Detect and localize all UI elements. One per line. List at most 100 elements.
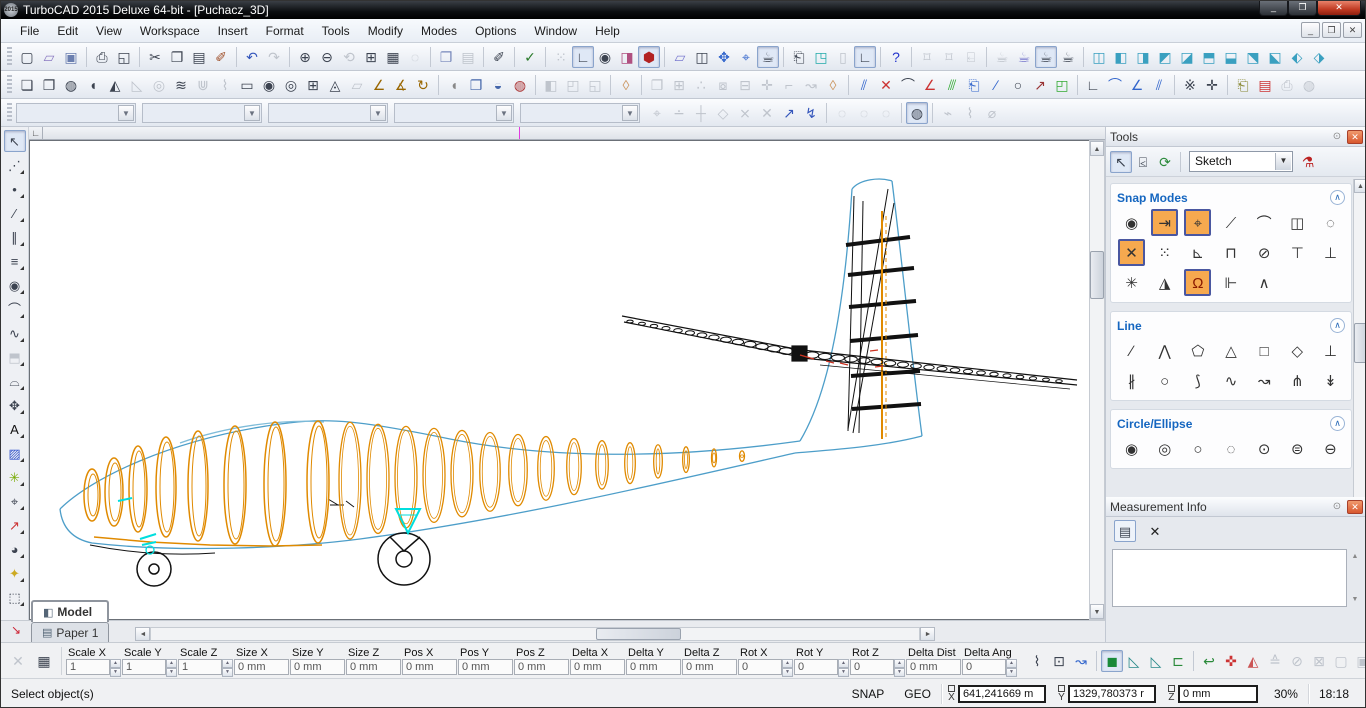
canvas-hscrollbar[interactable]: ◄ ► <box>135 626 935 642</box>
mdi-restore-button[interactable]: ❐ <box>1322 22 1341 38</box>
view-bottom-icon[interactable]: ⬓ <box>1220 46 1242 68</box>
snap-xyz-icon[interactable]: ✜ <box>1220 650 1242 672</box>
intersection-snap-icon[interactable]: ✕ <box>1118 239 1145 266</box>
size-z-value[interactable]: 0 mm <box>346 659 401 675</box>
property-combo-2[interactable]: ▼ <box>142 103 262 123</box>
rot-y-spinner[interactable]: ▲▼ <box>838 659 849 675</box>
vscroll-thumb[interactable] <box>1090 251 1104 299</box>
plane-tool-icon[interactable]: ▱ <box>346 74 368 96</box>
offset-icon[interactable]: ⌐ <box>778 74 800 96</box>
cube3-gray-icon[interactable]: ▣ <box>1352 650 1366 672</box>
spell-check-icon[interactable]: ✓ <box>519 46 541 68</box>
cube-vertex-snap-icon[interactable]: ◫ <box>1284 209 1311 236</box>
ellipse-icon[interactable]: ⊜ <box>1284 435 1311 462</box>
bezier-curve-icon[interactable]: ∿ <box>1217 367 1244 394</box>
scroll-down-icon[interactable]: ▼ <box>1090 604 1104 619</box>
measurement-scrollbar[interactable]: ▲ ▼ <box>1348 549 1362 607</box>
copy-entity-icon[interactable]: ❐ <box>646 74 668 96</box>
scale-x-value[interactable]: 1 <box>66 659 110 675</box>
grid-snap-icon[interactable]: ⁙ <box>1151 239 1178 266</box>
column-icon[interactable]: ▯ <box>832 46 854 68</box>
view-right-icon[interactable]: ◪ <box>1176 46 1198 68</box>
render-quality-icon[interactable]: ☕ <box>1035 46 1057 68</box>
magnetic-snap-icon[interactable]: Ω <box>1184 269 1211 296</box>
view-nw-icon[interactable]: ⬕ <box>1264 46 1286 68</box>
edit-node-icon[interactable]: ⋰ <box>4 154 26 176</box>
orbit-cube-icon[interactable]: ◫ <box>691 46 713 68</box>
palette-scroll-thumb[interactable] <box>1354 323 1366 363</box>
divide-snap-icon[interactable]: ↯ <box>800 102 822 124</box>
facet-edit-icon[interactable]: ◧ <box>540 74 562 96</box>
rail-sweep-tool-icon[interactable]: ⌇ <box>214 74 236 96</box>
double-line-tool-icon[interactable]: ∥ <box>4 226 26 248</box>
snap-modes-icon[interactable]: ✳ <box>4 466 26 488</box>
sheet-note-icon[interactable]: ⎗ <box>788 46 810 68</box>
geo-toggle[interactable]: GEO <box>894 687 941 701</box>
select-back-icon[interactable]: ↩ <box>1198 650 1220 672</box>
menu-modes[interactable]: Modes <box>412 21 466 41</box>
menu-edit[interactable]: Edit <box>48 21 87 41</box>
y-coordinate-field[interactable]: 1329,780373 r <box>1068 685 1156 703</box>
circle-tool-icon[interactable]: ○ <box>1007 74 1029 96</box>
ruler-origin-icon[interactable]: ∟ <box>29 127 43 139</box>
delta-ang-value[interactable]: 0 <box>962 659 1006 675</box>
sphere-gray-icon[interactable]: ◍ <box>1298 74 1320 96</box>
walk-through-icon[interactable]: ✥ <box>713 46 735 68</box>
mdi-close-button[interactable]: ✕ <box>1343 22 1362 38</box>
render-draft-icon[interactable]: ☕ <box>1057 46 1079 68</box>
vertical-snap-icon[interactable]: ⊤ <box>1284 239 1311 266</box>
crosshair-icon[interactable]: ✛ <box>1201 74 1223 96</box>
angle-snap-icon[interactable]: ∧ <box>1251 269 1278 296</box>
hemisphere-tool-icon[interactable]: ◖ <box>82 74 104 96</box>
point-b-icon[interactable]: ⌇ <box>959 102 981 124</box>
loft-tool-icon[interactable]: ⋓ <box>192 74 214 96</box>
delta-z-value[interactable]: 0 mm <box>682 659 737 675</box>
quadrant-snap-icon[interactable]: ⊓ <box>1217 239 1244 266</box>
zoom-level[interactable]: 30% <box>1264 687 1308 701</box>
coordinate-system-icon[interactable]: ∟ <box>572 46 594 68</box>
on-graphic-snap-icon[interactable]: ⌖ <box>1184 209 1211 236</box>
grid-toggle-icon[interactable]: ⁙ <box>550 46 572 68</box>
ghost-icon[interactable]: ≙ <box>1264 650 1286 672</box>
pos-x-value[interactable]: 0 mm <box>402 659 457 675</box>
property-combo-1[interactable]: ▼ <box>16 103 136 123</box>
select-group-icon[interactable]: ⌑ <box>916 46 938 68</box>
pick-arrow-icon[interactable]: ↗ <box>1029 74 1051 96</box>
minimize-button[interactable]: _ <box>1259 1 1288 16</box>
pin-icon[interactable]: ⊙ <box>1329 500 1345 514</box>
arc-center-snap-icon[interactable]: ⌒ <box>1251 209 1278 236</box>
disc-tool-icon[interactable]: ◎ <box>280 74 302 96</box>
panel-close-icon[interactable]: ✕ <box>1347 130 1363 144</box>
circle-snap-a-icon[interactable]: ◌ <box>831 102 853 124</box>
view-iso-icon[interactable]: ◫ <box>1088 46 1110 68</box>
x-coordinate-field[interactable]: 641,241669 m <box>958 685 1046 703</box>
render-teapot-icon[interactable]: ☕ <box>757 46 779 68</box>
print-icon[interactable]: ⎙ <box>91 46 113 68</box>
property-combo-4[interactable]: ▼ <box>394 103 514 123</box>
facet-delete-icon[interactable]: ◰ <box>562 74 584 96</box>
menu-modify[interactable]: Modify <box>359 21 412 41</box>
union-3d-icon[interactable]: ❐ <box>465 74 487 96</box>
dimension-tool-icon[interactable]: ↗ <box>4 514 26 536</box>
rectangle-icon[interactable]: □ <box>1251 337 1278 364</box>
vertex-snap-icon[interactable]: ⇥ <box>1151 209 1178 236</box>
view-ne-icon[interactable]: ⬔ <box>1242 46 1264 68</box>
intersection-snap-small-icon[interactable]: ✕ <box>756 102 778 124</box>
zoom-out-icon[interactable]: ⊖ <box>316 46 338 68</box>
undo-icon[interactable]: ↶ <box>241 46 263 68</box>
move-sheet-icon[interactable]: ⎗ <box>963 74 985 96</box>
menu-help[interactable]: Help <box>586 21 629 41</box>
sketch-line-icon[interactable]: ↝ <box>1251 367 1278 394</box>
cone-tool-icon[interactable]: ◭ <box>104 74 126 96</box>
box-3d-tool-icon[interactable]: ⬒ <box>4 346 26 368</box>
hatch-lines-icon[interactable]: ⫽ <box>853 74 875 96</box>
select-area-icon[interactable]: ⬚ <box>4 586 26 608</box>
collapse-chevron-icon[interactable]: ∧ <box>1330 416 1345 431</box>
point-c-icon[interactable]: ⌀ <box>981 102 1003 124</box>
gear-box-icon[interactable]: ⊡ <box>1048 650 1070 672</box>
rot-x-spinner[interactable]: ▲▼ <box>782 659 793 675</box>
curve-tool-icon[interactable]: ∿ <box>4 322 26 344</box>
polyline-icon[interactable]: ⋀ <box>1151 337 1178 364</box>
open-palette-icon[interactable]: ▱ <box>669 46 691 68</box>
view-back-icon[interactable]: ◨ <box>1132 46 1154 68</box>
